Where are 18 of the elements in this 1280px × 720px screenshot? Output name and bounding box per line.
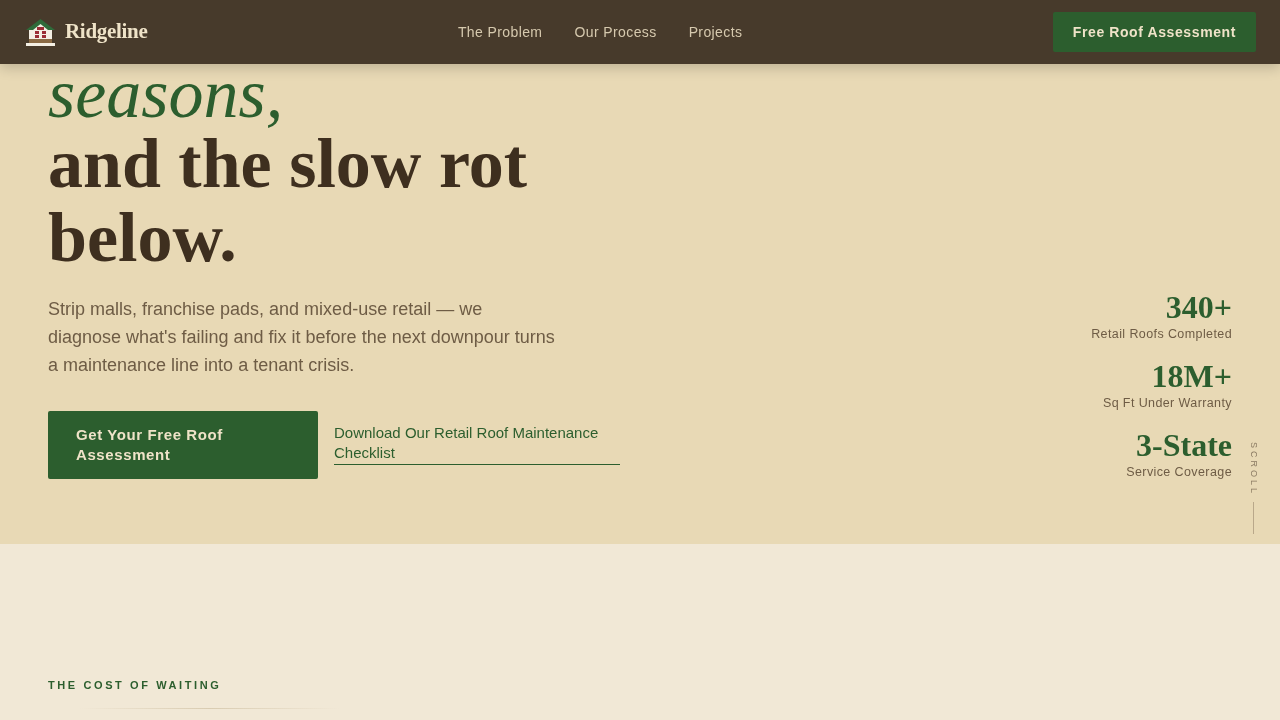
- nav-link[interactable]: Our Process: [574, 21, 657, 43]
- stat-value: 18M+: [1151, 359, 1232, 393]
- stat-value: 340+: [1165, 290, 1232, 324]
- stat-label: Sq Ft Under Warranty: [1102, 395, 1232, 412]
- section-eyebrow: THE COST OF WAITING: [48, 679, 222, 692]
- heading-text: and the slow rot below.: [48, 127, 529, 275]
- nav-link[interactable]: The Problem: [457, 21, 543, 43]
- get-assessment-button[interactable]: Get Your Free Roof Assessment: [48, 411, 318, 479]
- stat-label: Service Coverage: [1126, 464, 1232, 481]
- brand-name: Ridgeline: [65, 18, 148, 46]
- checklist-download-link[interactable]: Download Our Retail Roof Maintenance Checklist: [334, 423, 620, 465]
- free-assessment-button[interactable]: Free Roof Assessment: [1052, 12, 1256, 52]
- house-logo-icon: [26, 18, 55, 46]
- stat-value: 3-State: [1136, 428, 1232, 462]
- nav-link[interactable]: Projects: [688, 21, 743, 43]
- scroll-hint-text: SCROLL: [1248, 442, 1260, 496]
- hero-description: Strip malls, franchise pads, and mixed-use retail — we diagnose what's failing and fix it before the next downpour turns a maintenance line into a tenant crisis.: [48, 298, 556, 377]
- stat-label: Retail Roofs Completed: [1091, 326, 1232, 343]
